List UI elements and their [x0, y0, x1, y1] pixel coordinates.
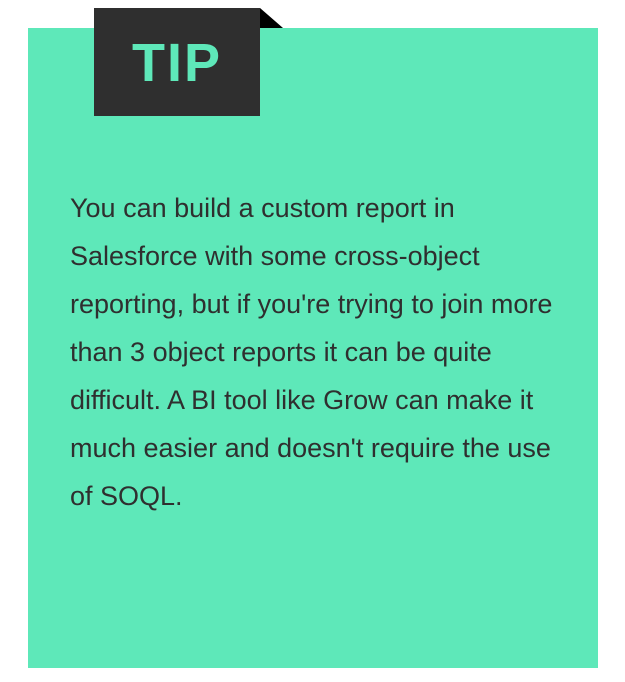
tip-badge-wrapper: TIP — [94, 8, 260, 116]
tip-card: TIP You can build a custom report in Sal… — [28, 28, 598, 668]
ribbon-fold-icon — [260, 8, 283, 28]
tip-badge: TIP — [94, 8, 260, 116]
tip-body-text: You can build a custom report in Salesfo… — [70, 184, 560, 520]
tip-badge-label: TIP — [132, 36, 222, 90]
